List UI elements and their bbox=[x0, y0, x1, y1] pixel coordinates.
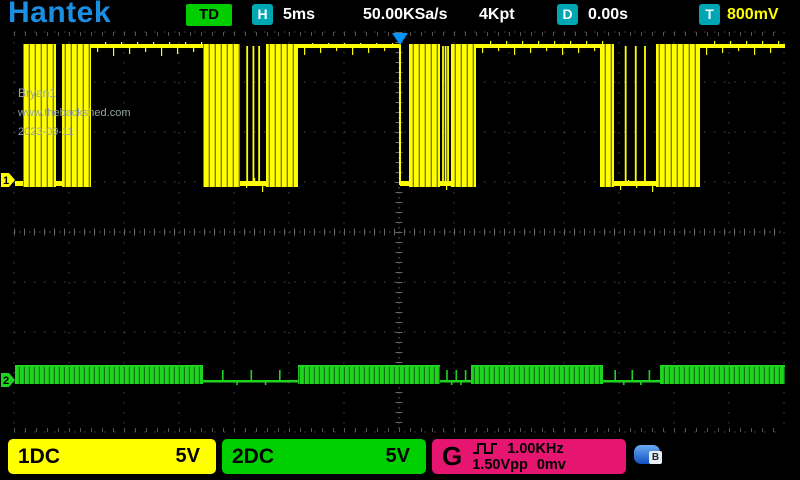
horizontal-chip: H bbox=[252, 4, 273, 25]
trigger-chip: T bbox=[699, 4, 720, 25]
ch2-status-box: 2DC 5V bbox=[222, 439, 426, 474]
trigger-position-marker bbox=[392, 33, 408, 45]
square-wave-icon bbox=[472, 442, 498, 455]
sample-rate-value: 50.00KSa/s bbox=[363, 6, 448, 24]
ch2-coupling: 2DC bbox=[232, 445, 274, 469]
generator-offset: 0mv bbox=[537, 457, 566, 473]
ch1-ground-marker: 1 bbox=[1, 173, 15, 187]
horizontal-offset-value: 0.00s bbox=[588, 6, 628, 24]
generator-status-box: G 1.00KHz 1.50Vpp 0mv bbox=[432, 439, 626, 474]
generator-label: G bbox=[442, 441, 462, 472]
acquisition-mode-badge: TD bbox=[186, 4, 232, 26]
delay-chip: D bbox=[557, 4, 578, 25]
memory-depth-value: 4Kpt bbox=[479, 6, 515, 24]
generator-readout: 1.00KHz 1.50Vpp 0mv bbox=[472, 441, 566, 473]
usb-label: B bbox=[649, 451, 662, 464]
top-status-bar: Hantek TD H 5ms 50.00KSa/s 4Kpt D 0.00s … bbox=[0, 0, 800, 31]
brand-logo: Hantek bbox=[8, 0, 111, 30]
ch1-coupling: 1DC bbox=[18, 445, 60, 469]
svg-text:1: 1 bbox=[3, 175, 9, 187]
usb-device-icon: B bbox=[634, 445, 660, 464]
ch2-scale: 5V bbox=[386, 445, 410, 468]
watermark-url: www.thebackshed.com bbox=[18, 107, 131, 119]
watermark-user: Bryan1 bbox=[18, 86, 131, 100]
scope-display: 12 bbox=[0, 0, 800, 480]
ch1-scale: 5V bbox=[176, 445, 200, 468]
watermark-date: 2023-09-11 bbox=[18, 126, 131, 138]
generator-amplitude: 1.50Vpp bbox=[472, 457, 528, 473]
watermark: Bryan1 www.thebackshed.com 2023-09-11 bbox=[18, 86, 131, 145]
timebase-value: 5ms bbox=[283, 6, 315, 24]
generator-frequency: 1.00KHz bbox=[507, 441, 563, 457]
ch1-status-box: 1DC 5V bbox=[8, 439, 216, 474]
ch2-ground-marker: 2 bbox=[1, 373, 15, 387]
trigger-level-value: 800mV bbox=[727, 6, 779, 24]
bottom-status-bar: 1DC 5V 2DC 5V G 1.00KHz 1.50Vpp 0mv B bbox=[0, 437, 800, 480]
svg-text:2: 2 bbox=[3, 375, 9, 387]
ch2-trace bbox=[15, 365, 785, 385]
